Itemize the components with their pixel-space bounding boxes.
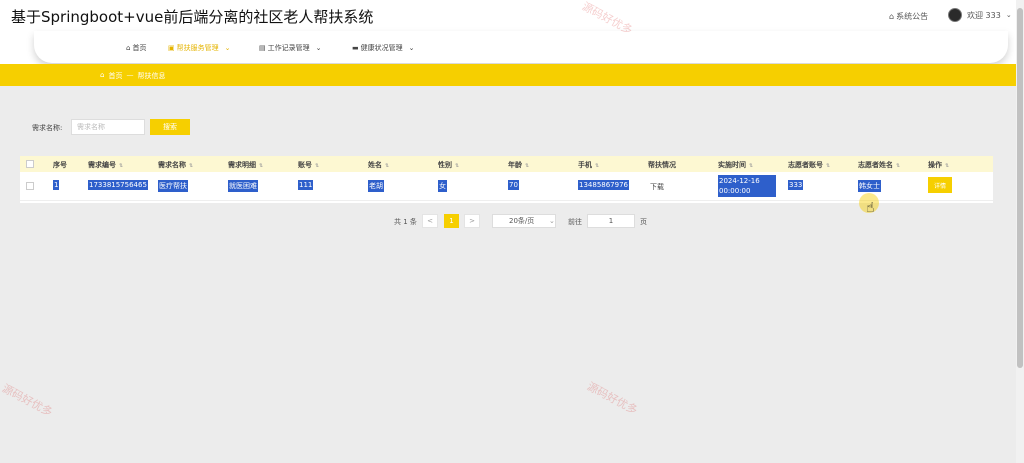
cell-account: 111	[298, 180, 314, 190]
search-button[interactable]: 搜索	[150, 119, 190, 135]
column-header: 序号	[53, 161, 67, 169]
column-header[interactable]: 账号 ⇅	[298, 160, 319, 170]
column-header[interactable]: 需求名称 ⇅	[158, 160, 193, 170]
nav-item-label: 帮扶服务管理	[176, 44, 219, 52]
cell-time: 2024-12-16 00:00:00	[718, 175, 776, 197]
cell-request-detail: 就医困难	[228, 180, 258, 192]
sort-icon: ⇅	[315, 163, 320, 169]
cell-phone: 13485867976	[578, 180, 629, 190]
scrollbar-thumb[interactable]	[1017, 8, 1023, 368]
chevron-down-icon: ⌄	[1005, 11, 1012, 19]
breadcrumb-current: 帮扶信息	[137, 72, 166, 80]
page-size-select[interactable]: 20条/页 ⌄	[492, 214, 556, 228]
sort-icon: ⇅	[896, 163, 901, 169]
chevron-down-icon: ⌄	[549, 217, 555, 225]
breadcrumb-bar: ⌂ 首页 — 帮扶信息	[0, 64, 1016, 86]
column-header[interactable]: 性别 ⇅	[438, 160, 459, 170]
column-header[interactable]: 志愿者账号 ⇅	[788, 160, 830, 170]
sort-icon: ⇅	[945, 163, 950, 169]
breadcrumb-separator: —	[126, 71, 134, 79]
column-header: 帮扶情况	[648, 161, 676, 169]
goto-page-input[interactable]	[587, 214, 635, 228]
cell-name: 老胡	[368, 180, 384, 192]
column-header[interactable]: 实施时间 ⇅	[718, 160, 753, 170]
sort-icon: ⇅	[119, 163, 124, 169]
page-scrollbar[interactable]	[1016, 0, 1024, 463]
watermark: 源码好优多	[584, 379, 640, 418]
cell-age: 70	[508, 180, 519, 190]
nav-item-home[interactable]: ⌂ 首页	[126, 43, 146, 53]
bell-icon: ⌂	[889, 12, 895, 21]
cell-gender: 女	[438, 180, 447, 192]
sort-icon: ⇅	[749, 163, 754, 169]
nav-item-work-records[interactable]: ▤ 工作记录管理 ⌄	[259, 43, 322, 53]
sort-icon: ⇅	[189, 163, 194, 169]
column-header[interactable]: 需求编号 ⇅	[88, 160, 123, 170]
cell-request-no: 1733815756465	[88, 180, 148, 190]
pagination-page-1[interactable]: 1	[444, 214, 459, 228]
chevron-down-icon: ⌄	[408, 44, 415, 52]
home-icon: ⌂	[100, 71, 105, 79]
sort-icon: ⇅	[455, 163, 460, 169]
cell-request-name: 医疗帮扶	[158, 180, 188, 192]
sort-icon: ⇅	[826, 163, 831, 169]
column-header[interactable]: 年龄 ⇅	[508, 160, 529, 170]
pagination-next-button[interactable]: >	[464, 214, 480, 228]
sort-icon: ⇅	[525, 163, 530, 169]
user-greeting: 欢迎 333	[967, 10, 1001, 20]
column-header[interactable]: 姓名 ⇅	[368, 160, 389, 170]
nav-item-health-status[interactable]: ▬ 健康状况管理 ⌄	[352, 43, 415, 53]
nav-item-label: 工作记录管理	[267, 44, 310, 52]
mouse-cursor-icon: ☝	[866, 200, 875, 216]
column-header[interactable]: 手机 ⇅	[578, 160, 599, 170]
nav-item-help-service[interactable]: ▣ 帮扶服务管理 ⌄	[168, 43, 231, 53]
monitor-icon: ▬	[352, 44, 359, 52]
nav-item-label: 健康状况管理	[360, 44, 403, 52]
table-header: 序号 需求编号 ⇅ 需求名称 ⇅ 需求明细 ⇅ 账号 ⇅ 姓名 ⇅ 性别 ⇅ 年龄 ⇅ 手机 ⇅…	[20, 156, 993, 172]
briefcase-icon: ▤	[259, 44, 266, 52]
home-icon: ⌂	[126, 44, 131, 52]
column-header[interactable]: 志愿者姓名 ⇅	[858, 160, 900, 170]
data-table: 序号 需求编号 ⇅ 需求名称 ⇅ 需求明细 ⇅ 账号 ⇅ 姓名 ⇅ 性别 ⇅ 年龄 ⇅ 手机 ⇅…	[20, 156, 993, 203]
user-menu[interactable]: 欢迎 333 ⌄	[948, 8, 1012, 22]
avatar	[948, 8, 962, 22]
page-suffix: 页	[640, 218, 647, 226]
box-icon: ▣	[168, 44, 175, 52]
cell-index: 1	[53, 180, 60, 190]
system-notice-link[interactable]: ⌂ 系统公告	[889, 11, 928, 22]
sort-icon: ⇅	[385, 163, 390, 169]
cell-volunteer-name: 韩女士	[858, 180, 881, 192]
main-nav: ⌂ 首页 ▣ 帮扶服务管理 ⌄ ▤ 工作记录管理 ⌄ ▬ 健康状况管理 ⌄	[34, 31, 1008, 63]
column-header[interactable]: 需求明细 ⇅	[228, 160, 263, 170]
notice-label: 系统公告	[896, 12, 929, 21]
page-size-value: 20条/页	[509, 217, 535, 225]
column-header[interactable]: 操作 ⇅	[928, 160, 949, 170]
app-title: 基于Springboot+vue前后端分离的社区老人帮扶系统	[11, 8, 374, 26]
breadcrumb: ⌂ 首页 — 帮扶信息	[100, 71, 165, 81]
chevron-down-icon: ⌄	[224, 44, 231, 52]
cell-help-status[interactable]: 下载	[650, 182, 664, 192]
search-input[interactable]	[71, 119, 145, 135]
search-label: 需求名称:	[32, 124, 63, 132]
goto-label: 前往	[568, 218, 582, 226]
watermark: 源码好优多	[0, 381, 55, 420]
cell-volunteer-account: 333	[788, 180, 804, 190]
pagination-prev-button[interactable]: <	[422, 214, 438, 228]
detail-button[interactable]: 详情	[928, 177, 952, 193]
select-all-checkbox[interactable]	[26, 160, 34, 168]
sort-icon: ⇅	[259, 163, 264, 169]
sort-icon: ⇅	[595, 163, 600, 169]
pagination-total: 共 1 条	[394, 218, 417, 226]
nav-item-label: 首页	[132, 44, 147, 52]
breadcrumb-home[interactable]: 首页	[108, 71, 122, 81]
row-checkbox[interactable]	[26, 182, 34, 190]
chevron-down-icon: ⌄	[315, 44, 322, 52]
table-row[interactable]: 1 1733815756465 医疗帮扶 就医困难 111 老胡 女 70 13…	[20, 173, 993, 201]
